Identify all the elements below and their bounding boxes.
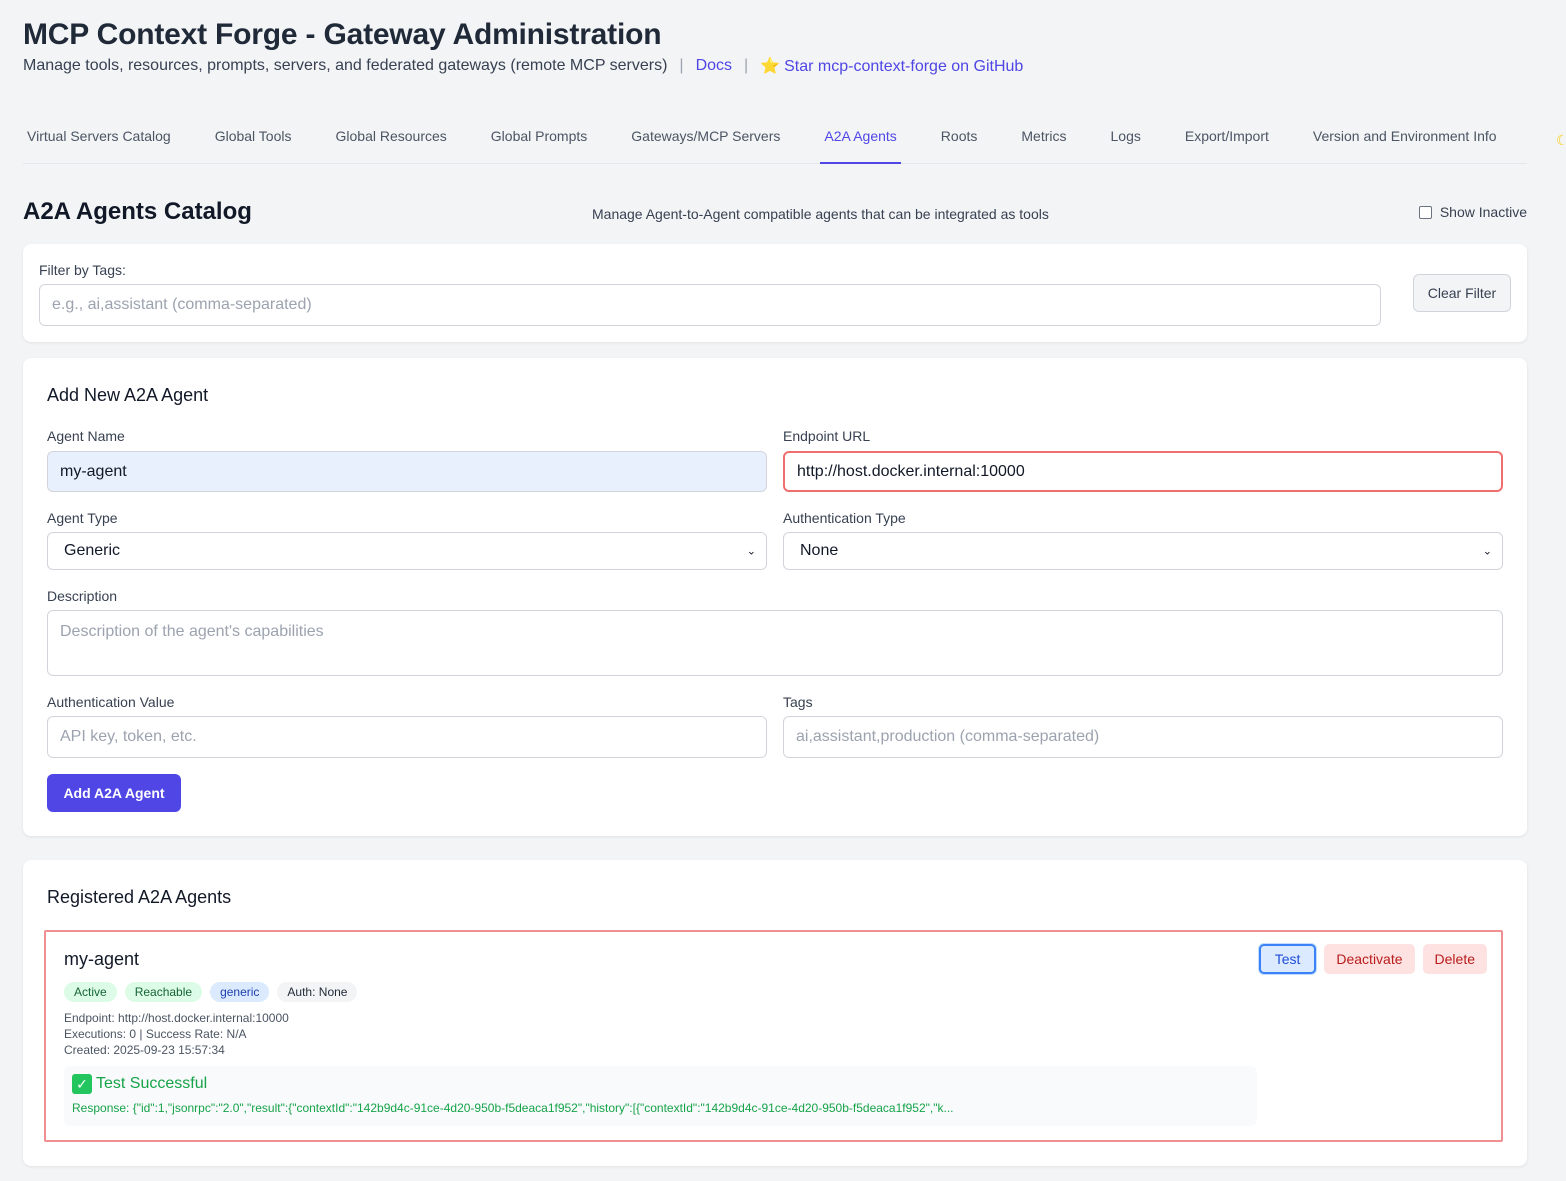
tags-placeholder: ai,assistant,production (comma-separated… [796, 728, 1100, 745]
endpoint-url-value: http://host.docker.internal:10000 [797, 462, 1025, 480]
test-result-title: Test Successful [96, 1075, 208, 1092]
agent-actions: Test Deactivate Delete [1258, 944, 1487, 974]
tags-input[interactable]: ai,assistant,production (comma-separated… [783, 716, 1503, 758]
page-title: MCP Context Forge - Gateway Administrati… [23, 18, 662, 51]
star-icon: ⭐ [760, 58, 781, 75]
endpoint-url-label: Endpoint URL [783, 428, 871, 444]
test-result-panel: ✓ Test Successful Response: {"id":1,"jso… [64, 1066, 1257, 1126]
description-label: Description [47, 588, 118, 604]
agent-card: my-agent Active Reachable generic Auth: … [44, 930, 1503, 1142]
agent-meta: Endpoint: http://host.docker.internal:10… [64, 1010, 289, 1058]
test-button[interactable]: Test [1258, 944, 1317, 974]
agent-name: my-agent [64, 949, 140, 969]
type-badge: generic [210, 982, 270, 1002]
tab-global-resources[interactable]: Global Resources [332, 112, 451, 164]
subtitle-row: Manage tools, resources, prompts, server… [23, 56, 1023, 76]
tag-filter-input[interactable]: e.g., ai,assistant (comma-separated) [39, 284, 1381, 326]
tab-a2a-agents[interactable]: A2A Agents [820, 112, 901, 164]
tab-gateways[interactable]: Gateways/MCP Servers [627, 112, 784, 164]
deactivate-button[interactable]: Deactivate [1324, 944, 1415, 974]
theme-toggle-icon[interactable]: ☾ [1556, 132, 1566, 148]
reachability-badge: Reachable [124, 982, 203, 1002]
filter-card: Filter by Tags: e.g., ai,assistant (comm… [23, 244, 1527, 342]
add-agent-title: Add New A2A Agent [47, 385, 209, 405]
section-title: A2A Agents Catalog [23, 198, 252, 225]
tab-bar: Virtual Servers Catalog Global Tools Glo… [23, 112, 1527, 164]
tab-export-import[interactable]: Export/Import [1181, 112, 1273, 164]
tab-roots[interactable]: Roots [937, 112, 982, 164]
tab-metrics[interactable]: Metrics [1017, 112, 1070, 164]
show-inactive-label: Show Inactive [1439, 204, 1527, 220]
tab-virtual-servers[interactable]: Virtual Servers Catalog [23, 112, 175, 164]
tags-label: Tags [783, 694, 813, 710]
add-agent-card: Add New A2A Agent Agent Name my-agent En… [23, 358, 1527, 836]
clear-filter-button[interactable]: Clear Filter [1413, 274, 1511, 312]
agent-endpoint: Endpoint: http://host.docker.internal:10… [64, 1011, 289, 1025]
tag-filter-placeholder: e.g., ai,assistant (comma-separated) [52, 296, 312, 313]
auth-value-input[interactable]: API key, token, etc. [47, 716, 767, 758]
github-link[interactable]: ⭐ Star mcp-context-forge on GitHub [760, 56, 1023, 76]
agent-type-label: Agent Type [47, 510, 118, 526]
auth-type-value: None [800, 542, 839, 559]
tab-logs[interactable]: Logs [1107, 112, 1145, 164]
agent-name-value: my-agent [60, 462, 127, 480]
description-textarea[interactable]: Description of the agent's capabilities [47, 610, 1503, 676]
show-inactive-toggle[interactable]: Show Inactive [1418, 204, 1527, 220]
tab-global-tools[interactable]: Global Tools [211, 112, 296, 164]
agent-badges: Active Reachable generic Auth: None [64, 982, 358, 1002]
test-result-title-row: ✓ Test Successful [72, 1074, 207, 1094]
agent-executions: Executions: 0 | Success Rate: N/A [64, 1027, 247, 1041]
tab-global-prompts[interactable]: Global Prompts [487, 112, 591, 164]
agent-created: Created: 2025-09-23 15:57:34 [64, 1043, 225, 1057]
separator: | [744, 57, 749, 74]
page-header: MCP Context Forge - Gateway Administrati… [23, 18, 1023, 76]
separator: | [679, 57, 684, 74]
endpoint-url-input[interactable]: http://host.docker.internal:10000 [783, 451, 1503, 492]
status-badge: Active [64, 982, 117, 1002]
section-description: Manage Agent-to-Agent compatible agents … [592, 206, 1049, 222]
chevron-down-icon: ⌄ [746, 545, 756, 558]
registered-agents-card: Registered A2A Agents my-agent Active Re… [23, 860, 1527, 1166]
chevron-down-icon: ⌄ [1482, 545, 1492, 558]
auth-value-label: Authentication Value [47, 694, 175, 710]
filter-label: Filter by Tags: [39, 262, 126, 278]
test-response: Response: {"id":1,"jsonrpc":"2.0","resul… [72, 1101, 954, 1115]
page-subtitle: Manage tools, resources, prompts, server… [23, 57, 668, 74]
section-header: A2A Agents Catalog Manage Agent-to-Agent… [23, 198, 1527, 230]
check-icon: ✓ [72, 1074, 92, 1094]
agent-name-input[interactable]: my-agent [47, 451, 767, 492]
auth-value-placeholder: API key, token, etc. [60, 728, 197, 745]
registered-agents-title: Registered A2A Agents [47, 887, 232, 907]
docs-link[interactable]: Docs [696, 57, 732, 75]
auth-badge: Auth: None [277, 982, 358, 1002]
tab-version-info[interactable]: Version and Environment Info [1309, 112, 1501, 164]
github-link-label: Star mcp-context-forge on GitHub [784, 58, 1024, 75]
auth-type-select[interactable]: None ⌄ [783, 532, 1503, 570]
agent-name-label: Agent Name [47, 428, 125, 444]
agent-type-value: Generic [64, 542, 121, 559]
auth-type-label: Authentication Type [783, 510, 906, 526]
delete-button[interactable]: Delete [1422, 944, 1487, 974]
show-inactive-checkbox[interactable] [1418, 205, 1432, 219]
add-agent-button[interactable]: Add A2A Agent [47, 774, 181, 812]
agent-type-select[interactable]: Generic ⌄ [47, 532, 767, 570]
description-placeholder: Description of the agent's capabilities [60, 623, 324, 640]
